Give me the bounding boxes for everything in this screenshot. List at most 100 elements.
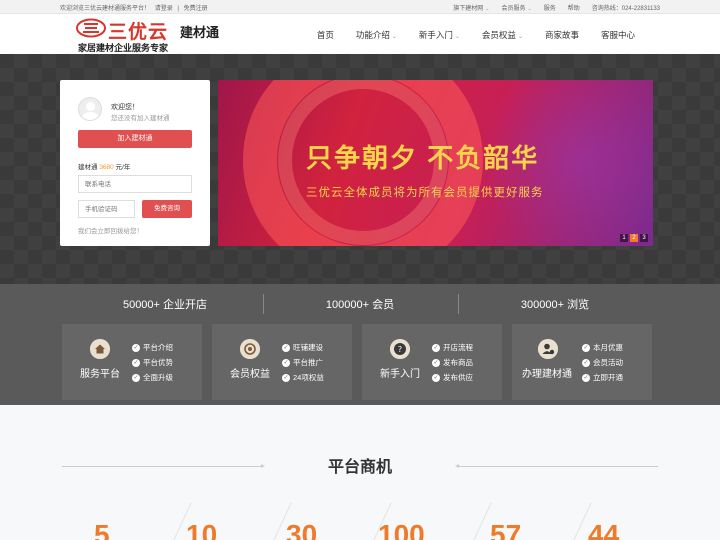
banner-title: 只争朝夕 不负韶华 <box>306 143 540 173</box>
nav-beginner[interactable]: 新手入门 ⌄ <box>419 29 460 41</box>
metric-value: 10 <box>186 519 218 540</box>
stat-views: 300000+ 浏览 <box>520 299 590 311</box>
card-item-label: 平台推广 <box>293 358 323 367</box>
consult-button[interactable]: 免费咨询 <box>142 200 192 218</box>
card-title: 新手入门 <box>380 369 420 380</box>
top-link-label: 会员服务 <box>501 6 526 12</box>
nav-benefits[interactable]: 会员权益 ⌄ <box>482 29 523 41</box>
check-icon: ✓ <box>432 373 440 382</box>
carousel-page-2[interactable]: 2 <box>630 234 638 242</box>
stat-stores: 50000+ 企业开店 <box>122 299 208 311</box>
title-line-right <box>455 464 658 468</box>
check-icon: ✓ <box>132 373 140 382</box>
hotline: 咨询热线：024-22831133 <box>591 6 660 12</box>
card-title: 会员权益 <box>230 369 270 380</box>
card-item[interactable]: ✓ 24项权益 <box>282 370 324 385</box>
section-title: 平台商机 <box>327 459 392 476</box>
card-list: ✓ 旺铺建设 ✓ 平台推广 ✓ 24项权益 <box>282 340 324 385</box>
top-link-label: 旗下建材网 <box>453 6 484 12</box>
card-item-label: 发布商品 <box>443 358 473 367</box>
card-item-label: 发布供应 <box>443 373 473 382</box>
avatar <box>78 97 102 121</box>
card-item[interactable]: ✓ 立即开通 <box>582 370 623 385</box>
metric-value: 30 <box>286 519 318 540</box>
card-item-label: 平台介绍 <box>143 343 173 352</box>
greeting: 欢迎您！ <box>111 104 139 111</box>
nav-label: 新手入门 <box>418 30 453 40</box>
card-item[interactable]: ✓ 会员活动 <box>582 355 623 370</box>
header: 三优云 建材通 家居建材企业服务专家 首页 功能介绍 ⌄ 新手入门 ⌄ 会员权益 ⌄ … <box>0 14 720 54</box>
banner-carousel[interactable]: 只争朝夕 不负韶华 三优云全体成员将为所有会员提供更好服务 1 2 3 <box>218 80 653 246</box>
card-item[interactable]: ✓ 开店流程 <box>432 340 473 355</box>
top-link-sites[interactable]: 旗下建材网 ⌄ <box>453 3 489 12</box>
register-link[interactable]: 免费注册 <box>184 6 208 12</box>
card-apply[interactable]: 办理建材通 ✓ 本月优惠 ✓ 会员活动 ✓ 立即开通 <box>512 324 652 400</box>
top-link-member[interactable]: 会员服务 ⌄ <box>501 3 531 12</box>
card-beginner[interactable]: ? 新手入门 ✓ 开店流程 ✓ 发布商品 ✓ 发布供应 <box>362 324 502 400</box>
card-item[interactable]: ✓ 平台优势 <box>132 355 173 370</box>
chevron-down-icon: ⌄ <box>485 6 490 12</box>
banner-subtitle: 三优云全体成员将为所有会员提供更好服务 <box>306 187 544 199</box>
card-item-label: 开店流程 <box>443 343 473 352</box>
price-label: 建材通 <box>78 164 98 171</box>
card-service-platform[interactable]: 服务平台 ✓ 平台介绍 ✓ 平台优势 ✓ 全面升级 <box>62 324 202 400</box>
carousel-page-3[interactable]: 3 <box>640 234 648 242</box>
card-item[interactable]: ✓ 平台推广 <box>282 355 324 370</box>
logo-icon <box>76 18 106 38</box>
metric-value: 5 <box>94 519 110 540</box>
price-unit: 元/年 <box>115 164 131 171</box>
check-icon: ✓ <box>282 373 290 382</box>
nav-support[interactable]: 客服中心 <box>601 29 635 41</box>
metric-value: 57 <box>490 519 522 540</box>
card-item[interactable]: ✓ 全面升级 <box>132 370 173 385</box>
top-link-help[interactable]: 帮助 <box>568 3 580 12</box>
card-item[interactable]: ✓ 本月优惠 <box>582 340 623 355</box>
phone-input[interactable] <box>78 175 192 193</box>
nav-features[interactable]: 功能介绍 ⌄ <box>356 29 397 41</box>
opportunity-section: 平台商机 5 10 30 100 57 44 <box>0 405 720 540</box>
card-member-benefits[interactable]: 会员权益 ✓ 旺铺建设 ✓ 平台推广 ✓ 24项权益 <box>212 324 352 400</box>
welcome-text: 欢迎浏览三优云建材通服务平台！ 请登录 | 免费注册 <box>60 3 211 12</box>
carousel-pager: 1 2 3 <box>620 234 648 242</box>
separator: | <box>177 6 179 12</box>
stats-band: 50000+ 企业开店 100000+ 会员 300000+ 浏览 服务平台 ✓… <box>0 284 720 405</box>
card-item-label: 平台优势 <box>143 358 173 367</box>
stat-members: 100000+ 会员 <box>325 299 395 311</box>
nav-stories[interactable]: 商家故事 <box>545 29 579 41</box>
target-icon <box>240 339 260 359</box>
card-list: ✓ 开店流程 ✓ 发布商品 ✓ 发布供应 <box>432 340 473 385</box>
card-item[interactable]: ✓ 发布供应 <box>432 370 473 385</box>
check-icon: ✓ <box>582 343 590 352</box>
logo-brand[interactable]: 三优云 <box>108 17 168 44</box>
join-button[interactable]: 加入建材通 <box>78 130 192 148</box>
user-gear-icon <box>538 339 558 359</box>
top-link-service[interactable]: 服务 <box>544 3 556 12</box>
card-item-label: 旺铺建设 <box>293 343 323 352</box>
card-item-label: 立即开通 <box>593 373 623 382</box>
card-item-label: 会员活动 <box>593 358 623 367</box>
card-item-label: 全面升级 <box>143 373 173 382</box>
card-item[interactable]: ✓ 发布商品 <box>432 355 473 370</box>
card-item-label: 本月优惠 <box>593 343 623 352</box>
top-bar: 欢迎浏览三优云建材通服务平台！ 请登录 | 免费注册 旗下建材网 ⌄ 会员服务 ⌄ … <box>0 0 720 14</box>
card-item[interactable]: ✓ 平台介绍 <box>132 340 173 355</box>
logo-product: 建材通 <box>180 25 220 40</box>
carousel-page-1[interactable]: 1 <box>620 234 628 242</box>
card-item[interactable]: ✓ 旺铺建设 <box>282 340 324 355</box>
card-title: 办理建材通 <box>522 369 572 380</box>
svg-text:?: ? <box>398 345 402 354</box>
chevron-down-icon: ⌄ <box>517 34 523 40</box>
price-value: 3680 <box>99 164 114 171</box>
check-icon: ✓ <box>582 358 590 367</box>
chevron-down-icon: ⌄ <box>454 34 460 40</box>
login-link[interactable]: 请登录 <box>155 6 173 12</box>
home-icon <box>90 339 110 359</box>
check-icon: ✓ <box>282 358 290 367</box>
login-box: 欢迎您！ 您还没有加入建材通 加入建材通 建材通 3680 元/年 免费咨询 我… <box>60 80 210 246</box>
check-icon: ✓ <box>582 373 590 382</box>
card-item-label: 24项权益 <box>293 373 324 382</box>
nav-home[interactable]: 首页 <box>317 29 334 41</box>
check-icon: ✓ <box>132 343 140 352</box>
code-input[interactable] <box>78 200 135 218</box>
price-info: 建材通 3680 元/年 <box>78 161 130 171</box>
